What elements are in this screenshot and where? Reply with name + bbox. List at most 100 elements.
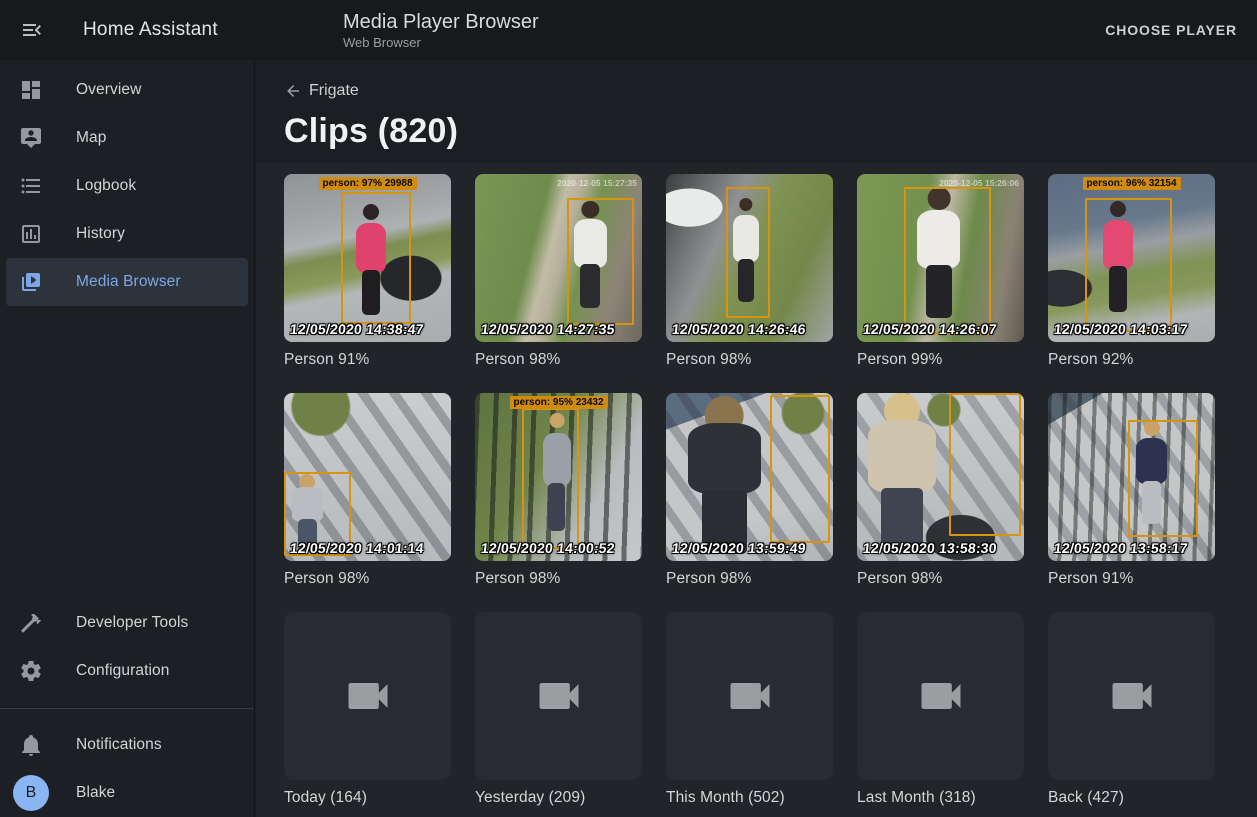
folder-thumbnail[interactable] xyxy=(857,612,1024,780)
sidebar-item-label: Overview xyxy=(76,81,141,99)
clip-thumbnail[interactable]: 2020-12-05 15:27:35 12/05/2020 14:27:35 xyxy=(475,174,642,342)
detection-bounding-box xyxy=(567,198,634,326)
clip-caption: Person 91% xyxy=(284,351,451,369)
video-camera-icon xyxy=(533,670,585,722)
clip-caption: Person 99% xyxy=(857,351,1024,369)
folder-item: Yesterday (209) xyxy=(475,612,642,807)
video-camera-icon xyxy=(724,670,776,722)
user-name: Blake xyxy=(76,784,115,802)
clip-caption: Person 98% xyxy=(857,570,1024,588)
detection-label: person: 96% 32154 xyxy=(1082,177,1180,190)
timestamp-overlay: 12/05/2020 14:26:07 xyxy=(862,321,997,337)
gear-icon xyxy=(19,659,43,683)
camera-osd-timestamp: 2020-12-05 15:27:35 xyxy=(557,178,637,188)
folder-thumbnail[interactable] xyxy=(284,612,451,780)
media-grid: person: 97% 29988 12/05/2020 14:38:47 Pe… xyxy=(284,174,1229,807)
sidebar-item-developer-tools[interactable]: Developer Tools xyxy=(6,599,248,647)
sidebar-item-label: Logbook xyxy=(76,177,136,195)
detection-label: person: 97% 29988 xyxy=(318,177,416,190)
content-header: Frigate Clips (820) xyxy=(256,60,1257,163)
clip-item: 12/05/2020 13:58:17 Person 91% xyxy=(1048,393,1215,588)
detection-bounding-box xyxy=(904,187,991,335)
clip-caption: Person 98% xyxy=(475,351,642,369)
detection-bounding-box xyxy=(726,187,769,318)
camera-osd-timestamp: 2020-12-05 15:26:06 xyxy=(939,178,1019,188)
clip-caption: Person 92% xyxy=(1048,351,1215,369)
sidebar-item-configuration[interactable]: Configuration xyxy=(6,647,248,695)
clip-thumbnail[interactable]: 12/05/2020 13:59:49 xyxy=(666,393,833,561)
page-title: Media Player Browser xyxy=(343,10,539,34)
clip-caption: Person 98% xyxy=(666,351,833,369)
clip-item: 12/05/2020 14:01:14 Person 98% xyxy=(284,393,451,588)
hammer-icon xyxy=(19,611,43,635)
clip-item: 12/05/2020 13:59:49 Person 98% xyxy=(666,393,833,588)
detection-bounding-box xyxy=(341,192,411,323)
sidebar-item-overview[interactable]: Overview xyxy=(6,66,248,114)
folder-caption: Back (427) xyxy=(1048,789,1215,807)
sidebar-item-label: History xyxy=(76,225,125,243)
folder-thumbnail[interactable] xyxy=(666,612,833,780)
sidebar-item-label: Map xyxy=(76,129,106,147)
avatar: B xyxy=(13,775,49,811)
menu-open-icon[interactable] xyxy=(20,18,44,42)
clip-thumbnail[interactable]: 12/05/2020 13:58:17 xyxy=(1048,393,1215,561)
clip-thumbnail[interactable]: person: 97% 29988 12/05/2020 14:38:47 xyxy=(284,174,451,342)
detection-bounding-box xyxy=(522,408,579,549)
breadcrumb-label: Frigate xyxy=(309,82,359,100)
clip-thumbnail[interactable]: 12/05/2020 14:01:14 xyxy=(284,393,451,561)
folder-caption: Today (164) xyxy=(284,789,451,807)
person-figure xyxy=(857,393,947,554)
timestamp-overlay: 12/05/2020 13:58:17 xyxy=(1053,540,1188,556)
folder-item: Last Month (318) xyxy=(857,612,1024,807)
timestamp-overlay: 12/05/2020 13:59:49 xyxy=(671,540,806,556)
folder-thumbnail[interactable] xyxy=(1048,612,1215,780)
timestamp-overlay: 12/05/2020 14:38:47 xyxy=(289,321,424,337)
folder-caption: Yesterday (209) xyxy=(475,789,642,807)
content-title: Clips (820) xyxy=(284,112,1257,151)
folder-thumbnail[interactable] xyxy=(475,612,642,780)
clip-caption: Person 98% xyxy=(284,570,451,588)
clip-item: 2020-12-05 15:26:06 12/05/2020 14:26:07 … xyxy=(857,174,1024,369)
clip-thumbnail[interactable]: person: 95% 23432 12/05/2020 14:00:52 xyxy=(475,393,642,561)
clip-thumbnail[interactable]: 12/05/2020 14:26:46 xyxy=(666,174,833,342)
sidebar-item-label: Developer Tools xyxy=(76,614,188,632)
sidebar-item-media-browser[interactable]: Media Browser xyxy=(6,258,248,306)
arrow-left-icon xyxy=(284,82,302,100)
sidebar-item-profile[interactable]: B Blake xyxy=(6,769,248,817)
sidebar-item-label: Media Browser xyxy=(76,273,181,291)
timestamp-overlay: 12/05/2020 14:27:35 xyxy=(480,321,615,337)
clip-item: person: 96% 32154 12/05/2020 14:03:17 Pe… xyxy=(1048,174,1215,369)
clip-caption: Person 98% xyxy=(475,570,642,588)
person-figure xyxy=(676,396,773,554)
app-bar-center: Media Player Browser Web Browser xyxy=(343,10,539,51)
format-list-bulleted-icon xyxy=(19,174,43,198)
choose-player-button[interactable]: CHOOSE PLAYER xyxy=(1097,12,1245,48)
detection-bounding-box xyxy=(949,393,1021,536)
chart-box-icon xyxy=(19,222,43,246)
video-camera-icon xyxy=(1106,670,1158,722)
sidebar-divider xyxy=(0,708,254,709)
clip-thumbnail[interactable]: 12/05/2020 13:58:30 xyxy=(857,393,1024,561)
sidebar: Overview Map Logbook History Media Brows… xyxy=(0,60,255,817)
folder-item: This Month (502) xyxy=(666,612,833,807)
sidebar-item-notifications[interactable]: Notifications xyxy=(6,721,248,769)
folder-item: Today (164) xyxy=(284,612,451,807)
timestamp-overlay: 12/05/2020 14:26:46 xyxy=(671,321,806,337)
clip-caption: Person 98% xyxy=(666,570,833,588)
clip-thumbnail[interactable]: 2020-12-05 15:26:06 12/05/2020 14:26:07 xyxy=(857,174,1024,342)
timestamp-overlay: 12/05/2020 13:58:30 xyxy=(862,540,997,556)
detection-bounding-box xyxy=(1085,198,1172,332)
folder-caption: Last Month (318) xyxy=(857,789,1024,807)
sidebar-item-history[interactable]: History xyxy=(6,210,248,258)
clip-item: 12/05/2020 13:58:30 Person 98% xyxy=(857,393,1024,588)
sidebar-item-map[interactable]: Map xyxy=(6,114,248,162)
clip-thumbnail[interactable]: person: 96% 32154 12/05/2020 14:03:17 xyxy=(1048,174,1215,342)
clip-item: person: 95% 23432 12/05/2020 14:00:52 Pe… xyxy=(475,393,642,588)
app-bar-left: Home Assistant xyxy=(0,18,255,42)
breadcrumb[interactable]: Frigate xyxy=(284,82,359,100)
timestamp-overlay: 12/05/2020 14:01:14 xyxy=(289,540,424,556)
sidebar-item-logbook[interactable]: Logbook xyxy=(6,162,248,210)
detection-bounding-box xyxy=(770,395,830,543)
media-browser-panel: Frigate Clips (820) person: 97% 29988 12… xyxy=(256,60,1257,817)
video-camera-icon xyxy=(915,670,967,722)
